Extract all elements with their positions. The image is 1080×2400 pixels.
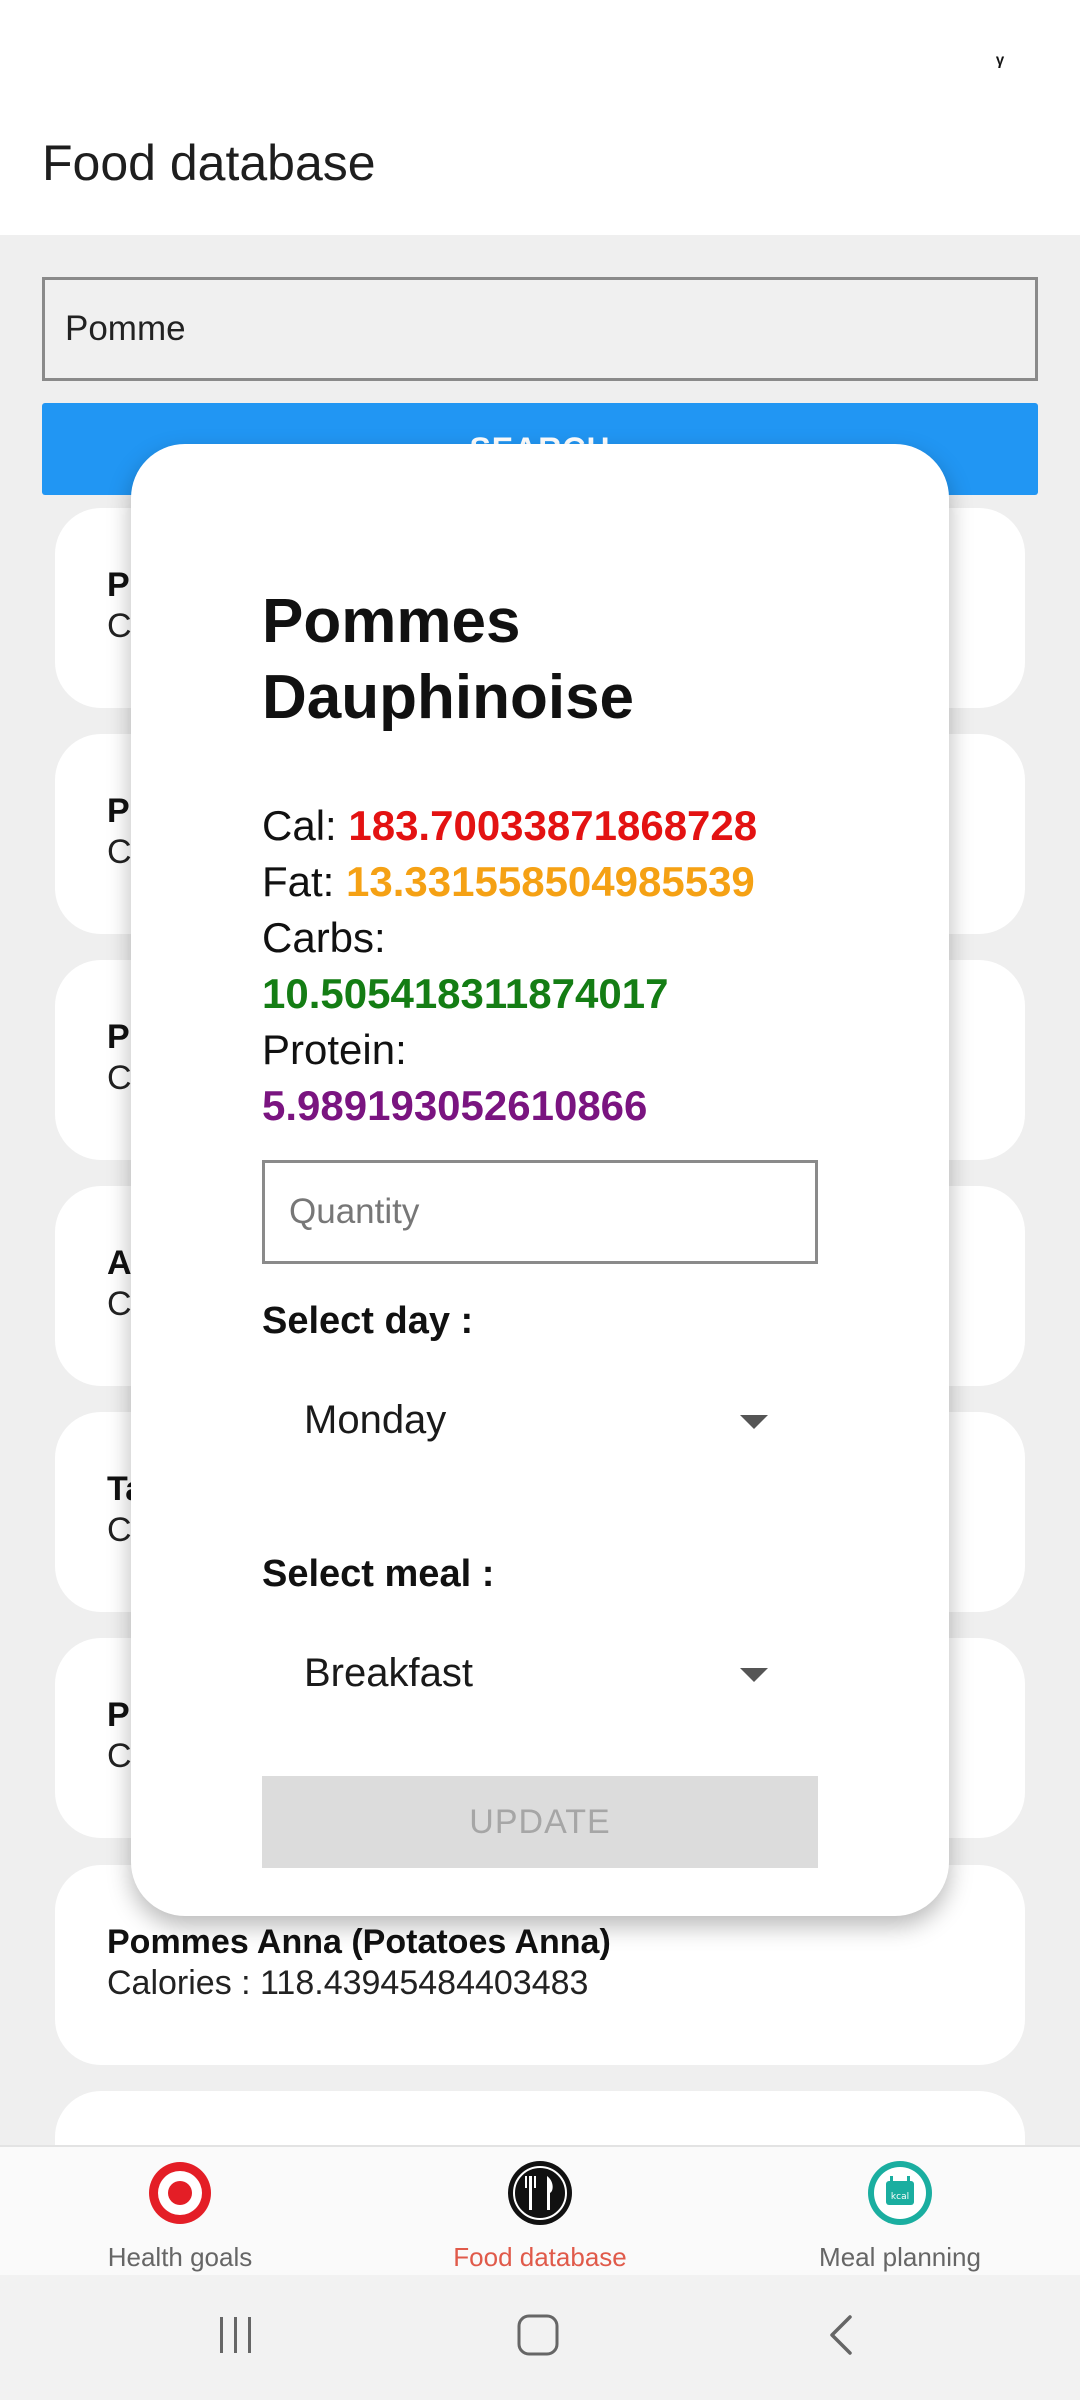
calories-value: 183.70033871868728 <box>348 802 758 849</box>
result-calories: Calories : 118.43945484403483 <box>107 1964 589 2002</box>
dropdown-arrow-icon <box>740 1415 768 1429</box>
bottom-navigation: Health goals Food database kcal Meal pla… <box>0 2145 1080 2275</box>
back-icon[interactable] <box>820 2313 864 2357</box>
quantity-input[interactable]: Quantity <box>262 1160 818 1264</box>
search-input[interactable]: Pomme <box>42 277 1038 381</box>
result-card[interactable] <box>55 2091 1025 2145</box>
nav-item-health-goals[interactable]: Health goals <box>50 2159 310 2273</box>
fat-value: 13.331558504985539 <box>346 858 755 905</box>
status-bar: ᵞ <box>0 0 1080 120</box>
app-bar: Food database <box>0 120 1080 235</box>
target-icon <box>149 2162 211 2224</box>
calories-label: Cal: <box>262 802 349 849</box>
dialog-body: Pommes Dauphinoise Cal: 183.700338718687… <box>262 584 818 1868</box>
nav-label: Health goals <box>107 2242 253 2272</box>
status-indicator-icon: ᵞ <box>995 50 1004 75</box>
nutrients-info: Cal: 183.70033871868728 Fat: 13.33155850… <box>262 798 818 1134</box>
carbs-value: 10.505418311874017 <box>262 970 669 1017</box>
fat-label: Fat: <box>262 858 347 905</box>
update-button[interactable]: UPDATE <box>262 1776 818 1868</box>
nav-label: Food database <box>453 2242 627 2272</box>
food-detail-dialog: Pommes Dauphinoise Cal: 183.700338718687… <box>131 444 949 1916</box>
dropdown-arrow-icon <box>740 1668 768 1682</box>
meal-dropdown[interactable]: Breakfast <box>262 1638 818 1708</box>
home-icon[interactable] <box>516 2313 560 2357</box>
system-navigation-bar <box>0 2275 1080 2400</box>
select-day-label: Select day : <box>262 1300 474 1342</box>
select-meal-label: Select meal : <box>262 1553 495 1595</box>
fork-knife-icon <box>508 2161 572 2225</box>
calories-row: Cal: 183.70033871868728 <box>262 798 818 854</box>
kcal-calendar-icon: kcal <box>868 2161 932 2225</box>
day-dropdown-value: Monday <box>304 1398 447 1442</box>
carbs-label: Carbs: <box>262 914 386 961</box>
nav-item-food-database[interactable]: Food database <box>410 2159 670 2273</box>
day-dropdown[interactable]: Monday <box>262 1385 818 1455</box>
svg-text:kcal: kcal <box>891 2192 909 2202</box>
protein-label: Protein: <box>262 1026 407 1073</box>
meal-dropdown-value: Breakfast <box>304 1651 473 1695</box>
nav-label: Meal planning <box>819 2242 981 2272</box>
food-title: Pommes Dauphinoise <box>262 587 635 732</box>
fat-row: Fat: 13.331558504985539 <box>262 854 818 910</box>
recent-apps-icon[interactable] <box>214 2313 258 2357</box>
nav-item-meal-planning[interactable]: kcal Meal planning <box>770 2159 1030 2273</box>
result-name: Pommes Anna (Potatoes Anna) <box>107 1923 611 1961</box>
page-title: Food database <box>42 135 376 191</box>
protein-value: 5.989193052610866 <box>262 1082 648 1129</box>
